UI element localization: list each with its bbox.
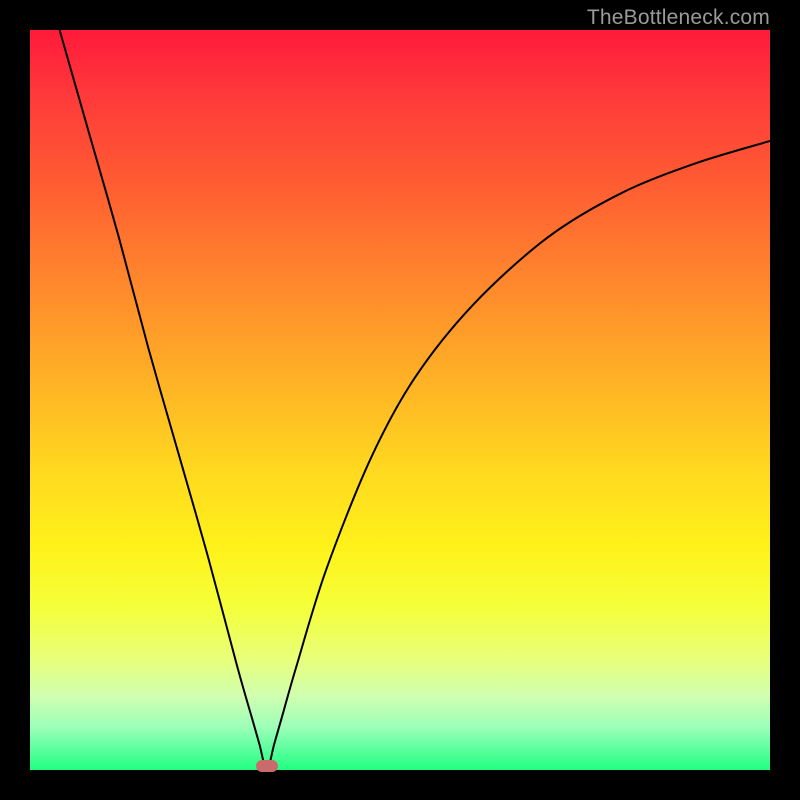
bottleneck-curve xyxy=(60,30,770,770)
chart-frame: TheBottleneck.com xyxy=(0,0,800,800)
watermark-text: TheBottleneck.com xyxy=(587,6,770,30)
vertex-marker xyxy=(256,760,278,772)
curve-svg-layer xyxy=(30,30,770,770)
